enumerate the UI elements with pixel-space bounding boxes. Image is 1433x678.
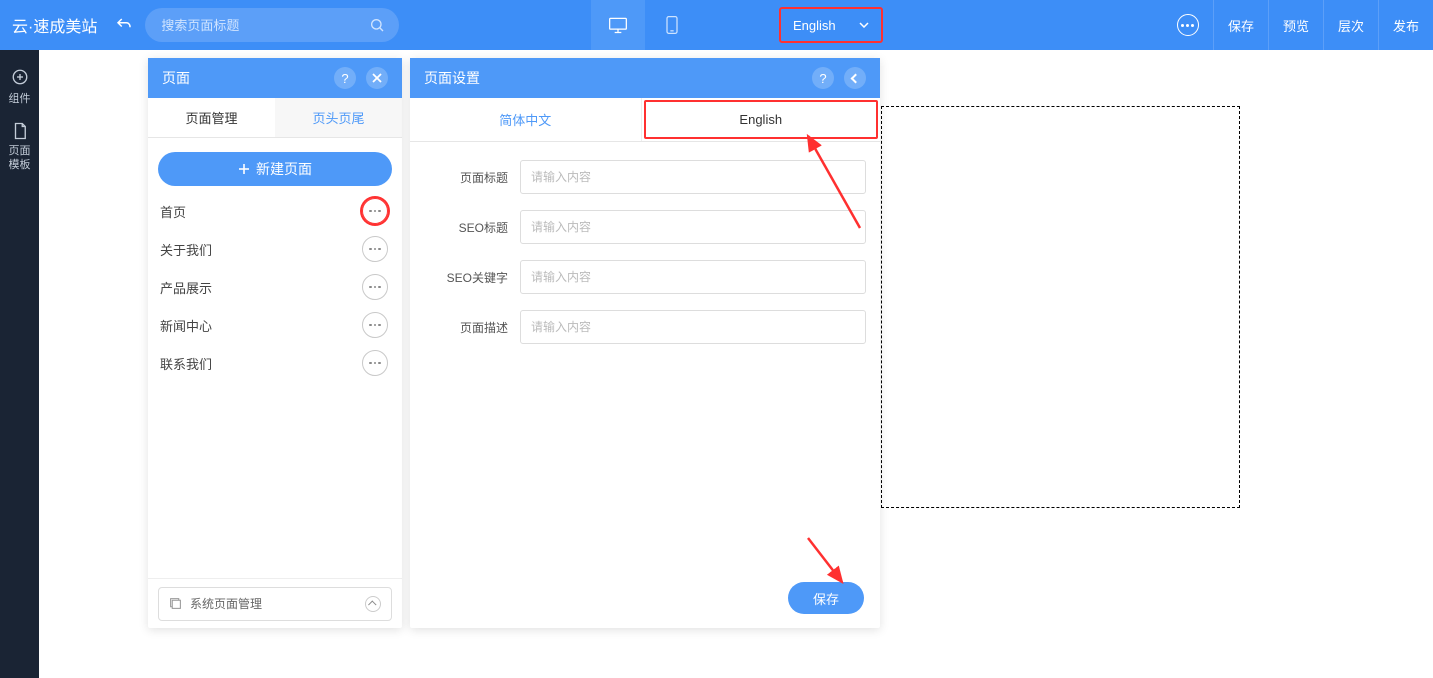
page-item-home[interactable]: 首页 — [158, 192, 392, 230]
page-item-products[interactable]: 产品展示 — [158, 268, 392, 306]
system-pages-label: 系统页面管理 — [190, 595, 262, 612]
pages-panel-footer: 系统页面管理 — [148, 578, 402, 628]
page-item-about[interactable]: 关于我们 — [158, 230, 392, 268]
page-item-news[interactable]: 新闻中心 — [158, 306, 392, 344]
undo-button[interactable] — [109, 16, 139, 34]
settings-tabs: 简体中文 English — [410, 98, 880, 142]
preview-button[interactable]: 预览 — [1268, 0, 1323, 50]
page-item-contact[interactable]: 联系我们 — [158, 344, 392, 382]
canvas-placeholder[interactable] — [881, 106, 1240, 508]
tab-page-manage[interactable]: 页面管理 — [148, 98, 275, 137]
label-page-title: 页面标题 — [424, 169, 520, 186]
mobile-view-button[interactable] — [645, 0, 699, 50]
new-page-label: 新建页面 — [256, 159, 312, 179]
page-more-icon[interactable] — [362, 274, 388, 300]
tab-lang-en[interactable]: English — [644, 100, 879, 139]
page-label: 联系我们 — [160, 354, 212, 373]
more-icon — [1177, 14, 1199, 36]
new-page-button[interactable]: 新建页面 — [158, 152, 392, 186]
row-page-title: 页面标题 — [424, 160, 866, 194]
settings-panel-title: 页面设置 — [424, 68, 480, 88]
label-page-desc: 页面描述 — [424, 319, 520, 336]
top-bar: 云·速成美站 English 保存 预览 层次 发布 — [0, 0, 1433, 50]
panels: 页面 ? 页面管理 页头页尾 新建页面 首页 — [148, 58, 880, 628]
publish-button[interactable]: 发布 — [1378, 0, 1433, 50]
page-label: 首页 — [160, 202, 186, 221]
label-seo-title: SEO标题 — [424, 219, 520, 236]
settings-panel: 页面设置 ? 简体中文 English 页面标题 SEO标题 SEO关键字 — [410, 58, 880, 628]
settings-form: 页面标题 SEO标题 SEO关键字 页面描述 — [410, 142, 880, 568]
search-wrap — [145, 8, 399, 42]
page-label: 产品展示 — [160, 278, 212, 297]
copy-icon — [169, 597, 182, 610]
pages-panel-header: 页面 ? — [148, 58, 402, 98]
pages-tabs: 页面管理 页头页尾 — [148, 98, 402, 138]
settings-footer: 保存 — [410, 568, 880, 628]
settings-panel-header: 页面设置 ? — [410, 58, 880, 98]
desktop-view-button[interactable] — [591, 0, 645, 50]
layers-button[interactable]: 层次 — [1323, 0, 1378, 50]
input-page-title[interactable] — [520, 160, 866, 194]
input-seo-keywords[interactable] — [520, 260, 866, 294]
input-seo-title[interactable] — [520, 210, 866, 244]
row-seo-title: SEO标题 — [424, 210, 866, 244]
chevron-up-icon — [365, 596, 381, 612]
page-more-icon[interactable] — [362, 236, 388, 262]
input-page-desc[interactable] — [520, 310, 866, 344]
device-group: English — [591, 0, 883, 50]
more-button[interactable] — [1163, 0, 1213, 50]
close-icon[interactable] — [366, 67, 388, 89]
nav-components-label: 组件 — [9, 90, 31, 106]
app-logo: 云·速成美站 — [0, 13, 109, 37]
plus-circle-icon — [11, 68, 29, 86]
tab-lang-zh[interactable]: 简体中文 — [410, 98, 642, 141]
left-nav: 组件 页面 模板 — [0, 50, 39, 678]
label-seo-keywords: SEO关键字 — [424, 269, 520, 286]
file-icon — [12, 122, 28, 140]
page-label: 关于我们 — [160, 240, 212, 259]
collapse-icon[interactable] — [844, 67, 866, 89]
language-label: English — [793, 18, 836, 33]
plus-icon — [238, 163, 250, 175]
save-button[interactable]: 保存 — [1213, 0, 1268, 50]
pages-body: 新建页面 首页 关于我们 产品展示 新闻中心 — [148, 138, 402, 578]
row-seo-keywords: SEO关键字 — [424, 260, 866, 294]
help-icon[interactable]: ? — [334, 67, 356, 89]
save-page-button[interactable]: 保存 — [788, 582, 864, 614]
row-page-desc: 页面描述 — [424, 310, 866, 344]
page-more-icon[interactable] — [362, 312, 388, 338]
pages-panel: 页面 ? 页面管理 页头页尾 新建页面 首页 — [148, 58, 402, 628]
page-label: 新闻中心 — [160, 316, 212, 335]
help-icon[interactable]: ? — [812, 67, 834, 89]
top-actions: 保存 预览 层次 发布 — [1163, 0, 1433, 50]
nav-template-label: 页面 模板 — [9, 144, 31, 173]
page-more-icon[interactable] — [362, 198, 388, 224]
pages-panel-title: 页面 — [162, 68, 190, 88]
page-more-icon[interactable] — [362, 350, 388, 376]
chevron-down-icon — [859, 22, 869, 28]
system-pages-button[interactable]: 系统页面管理 — [158, 587, 392, 621]
nav-components[interactable]: 组件 — [0, 60, 39, 114]
search-input[interactable] — [145, 8, 399, 42]
search-icon[interactable] — [369, 17, 385, 33]
tab-header-footer[interactable]: 页头页尾 — [275, 98, 402, 137]
nav-page-template[interactable]: 页面 模板 — [0, 114, 39, 181]
page-list: 首页 关于我们 产品展示 新闻中心 联系我们 — [158, 192, 392, 382]
language-select[interactable]: English — [779, 7, 883, 43]
